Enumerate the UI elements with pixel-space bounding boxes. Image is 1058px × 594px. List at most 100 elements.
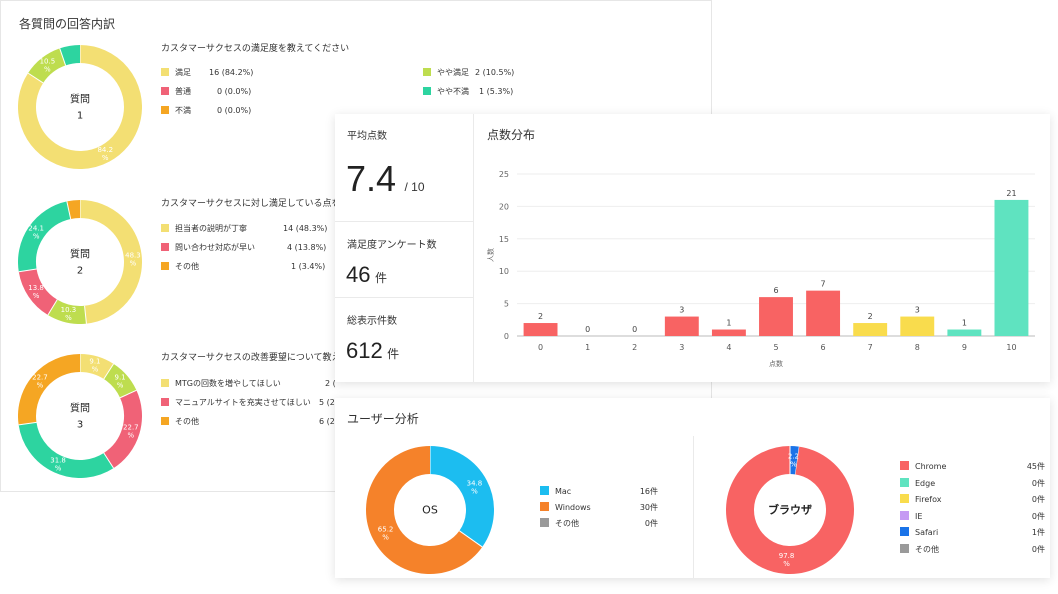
os-donut-chart: 34.8%65.2%OS	[366, 446, 494, 574]
survey-count-unit: 件	[374, 271, 387, 285]
legend-swatch	[540, 518, 549, 527]
slice-label: %	[102, 154, 109, 162]
slice-label: %	[790, 460, 797, 468]
x-tick-label: 8	[915, 343, 920, 352]
donut-center-label: 2	[77, 265, 83, 276]
legend-item: 問い合わせ対応が早い 4 (13.8%)	[161, 242, 326, 254]
legend-value: 45件	[1026, 462, 1045, 471]
slice-label: 22.7	[32, 374, 48, 382]
bar[interactable]	[994, 199, 1029, 336]
slice-label: 10.5	[40, 58, 56, 66]
slice-label: 22.7	[123, 423, 139, 431]
total-views-unit: 件	[387, 347, 400, 361]
slice-label: 10.3	[61, 306, 77, 314]
legend-label: Mac	[555, 487, 572, 496]
legend-value: 1件	[1031, 528, 1045, 538]
bar-value-label: 3	[915, 306, 920, 315]
legend-label: Windows	[555, 503, 591, 512]
legend-label: その他	[555, 519, 579, 528]
total-views-card: 総表示件数 612 件	[335, 298, 473, 382]
legend-swatch	[900, 477, 909, 487]
legend-item[interactable]: Windows 30件	[540, 502, 658, 514]
donut-center-label: ブラウザ	[768, 503, 812, 517]
slice-label: %	[783, 560, 790, 568]
total-views-value: 612	[346, 338, 383, 363]
bar-value-label: 21	[1006, 189, 1016, 198]
slice-label: %	[33, 292, 40, 300]
bar[interactable]	[759, 297, 793, 336]
slice-label: %	[65, 314, 72, 322]
bar[interactable]	[523, 323, 558, 336]
bar[interactable]	[806, 290, 841, 336]
legend-item[interactable]: Mac 16件	[540, 486, 658, 498]
slice-label: %	[471, 487, 478, 495]
score-stats-panel: 平均点数 7.4 / 10 満足度アンケート数 46 件 総表示件数 612 件…	[335, 114, 1050, 382]
x-tick-label: 7	[868, 343, 873, 352]
donut-slice	[429, 446, 494, 547]
legend-item: マニュアルサイトを充実させてほしい 5 (2	[161, 397, 335, 409]
donut-center-label: 質問	[70, 92, 90, 105]
slice-label: %	[37, 382, 44, 390]
legend-item: 普通 0 (0.0%)	[161, 86, 251, 98]
legend-item: その他 1 (3.4%)	[161, 261, 325, 273]
donut-slice	[79, 200, 142, 324]
legend-item: その他 6 (2	[161, 416, 335, 428]
bar-value-label: 2	[538, 312, 543, 321]
x-tick-label: 5	[773, 343, 778, 352]
average-score-card: 平均点数 7.4 / 10	[335, 114, 473, 222]
legend-item[interactable]: Chrome 45件	[900, 461, 1045, 473]
y-tick-label: 20	[499, 202, 509, 211]
legend-item[interactable]: IE 0件	[900, 510, 1045, 523]
legend-item: 不満 0 (0.0%)	[161, 105, 251, 117]
legend-item: MTGの回数を増やしてほしい 2 (	[161, 378, 336, 390]
legend-item[interactable]: Edge 0件	[900, 477, 1045, 490]
slice-label: %	[92, 365, 99, 373]
bar[interactable]	[900, 316, 935, 336]
divider	[693, 436, 694, 578]
bar-value-label: 6	[773, 286, 778, 295]
slice-label: 31.8	[50, 457, 66, 465]
average-score-value: 7.4	[346, 158, 397, 199]
legend-item[interactable]: Firefox 0件	[900, 494, 1045, 506]
legend-item: やや満足 2 (10.5%)	[423, 67, 514, 79]
slice-label: %	[382, 533, 389, 541]
score-distribution-chart: 0510152025200102331465762738192110点数人数	[486, 170, 1035, 368]
survey-count-card: 満足度アンケート数 46 件	[335, 222, 473, 298]
legend-value: 0件	[1031, 511, 1045, 521]
legend-label: IE	[915, 511, 923, 521]
bar[interactable]	[711, 329, 746, 336]
legend-item: やや不満 1 (5.3%)	[423, 86, 513, 98]
slice-label: 34.8	[467, 479, 483, 487]
user-analysis-panel: ユーザー分析 34.8% 65.2% OS Mac 16件 Windows 30件 その他 0…	[335, 398, 1050, 578]
legend-item[interactable]: Safari 1件	[900, 527, 1045, 539]
question-1-heading: カスタマーサクセスの満足度を教えてください	[161, 44, 350, 54]
bar[interactable]	[853, 323, 888, 336]
donut-center-label: 1	[77, 110, 83, 121]
bar-value-label: 0	[585, 325, 590, 334]
x-tick-label: 2	[632, 343, 637, 352]
bar-value-label: 0	[632, 325, 637, 334]
legend-swatch	[900, 510, 909, 520]
bar[interactable]	[947, 329, 982, 336]
donut-slice	[59, 45, 81, 66]
slice-label: 24.1	[28, 224, 44, 232]
legend-item: 満足 16 (84.2%)	[161, 67, 253, 79]
slice-label: %	[55, 465, 62, 473]
survey-count-value: 46	[346, 262, 371, 287]
legend-value: 0件	[644, 519, 658, 528]
bar-value-label: 3	[679, 306, 684, 315]
legend-item[interactable]: その他 0件	[900, 544, 1045, 556]
legend-item[interactable]: その他 0件	[540, 518, 658, 530]
legend-swatch	[540, 486, 549, 495]
x-tick-label: 9	[962, 343, 967, 352]
donut-slice	[18, 421, 114, 478]
x-tick-label: 10	[1006, 343, 1016, 352]
y-tick-label: 10	[499, 267, 509, 276]
y-tick-label: 25	[499, 170, 509, 179]
donut-center-label: 質問	[70, 247, 90, 260]
divider	[473, 114, 474, 382]
survey-count-label: 満足度アンケート数	[347, 240, 437, 251]
donut-slice	[66, 200, 81, 220]
legend-value: 0件	[1031, 495, 1045, 505]
bar[interactable]	[664, 316, 699, 336]
